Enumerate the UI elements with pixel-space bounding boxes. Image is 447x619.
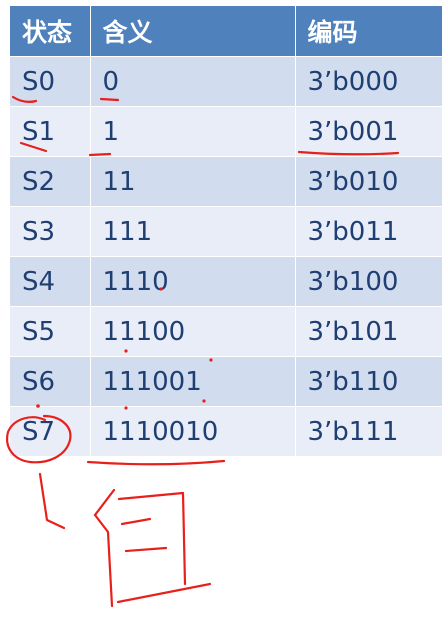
state-cell: S6 (10, 356, 91, 407)
encoding-cell: 3’b100 (295, 256, 443, 307)
state-cell: S2 (10, 156, 91, 207)
state-cell: S0 (10, 56, 91, 107)
meaning-cell: 0 (90, 56, 296, 107)
state-cell: S1 (10, 106, 91, 157)
meaning-cell: 1110010 (90, 406, 296, 457)
meaning-cell: 111001 (90, 356, 296, 407)
meaning-cell: 1110 (90, 256, 296, 307)
header-state: 状态 (10, 6, 91, 57)
handwritten-stroke (117, 491, 187, 586)
encoding-cell: 3’b110 (295, 356, 443, 407)
encoding-cell: 3’b111 (295, 406, 443, 457)
state-cell: S3 (10, 206, 91, 257)
handwritten-stroke (124, 546, 168, 553)
meaning-cell: 11 (90, 156, 296, 207)
table-row: S3 111 3’b011 (10, 206, 443, 257)
state-cell: S5 (10, 306, 91, 357)
state-encoding-table: 状态 含义 编码 S0 0 3’b000 S1 1 3’b001 S2 11 3… (10, 6, 443, 457)
meaning-cell: 11100 (90, 306, 296, 357)
table-row: S7 1110010 3’b111 (10, 406, 443, 457)
handwritten-stroke (116, 582, 212, 604)
meaning-cell: 111 (90, 206, 296, 257)
encoding-cell: 3’b010 (295, 156, 443, 207)
table-row: S0 0 3’b000 (10, 56, 443, 107)
table-row: S5 11100 3’b101 (10, 306, 443, 357)
table-row: S6 111001 3’b110 (10, 356, 443, 407)
meaning-cell: 1 (90, 106, 296, 157)
underline-mark (86, 459, 226, 466)
table-row: S1 1 3’b001 (10, 106, 443, 157)
state-table-container: 状态 含义 编码 S0 0 3’b000 S1 1 3’b001 S2 11 3… (10, 6, 443, 457)
handwritten-stroke (120, 517, 152, 526)
table-row: S2 11 3’b010 (10, 156, 443, 207)
encoding-cell: 3’b000 (295, 56, 443, 107)
state-cell: S7 (10, 406, 91, 457)
handwritten-stroke (93, 488, 116, 517)
table-row: S4 1110 3’b100 (10, 256, 443, 307)
encoding-cell: 3’b101 (295, 306, 443, 357)
encoding-cell: 3’b011 (295, 206, 443, 257)
state-cell: S4 (10, 256, 91, 307)
table-header-row: 状态 含义 编码 (10, 6, 443, 57)
header-encoding: 编码 (295, 6, 443, 57)
handwritten-stroke (93, 513, 114, 608)
encoding-cell: 3’b001 (295, 106, 443, 157)
handwritten-stroke (38, 472, 66, 530)
header-meaning: 含义 (90, 6, 296, 57)
